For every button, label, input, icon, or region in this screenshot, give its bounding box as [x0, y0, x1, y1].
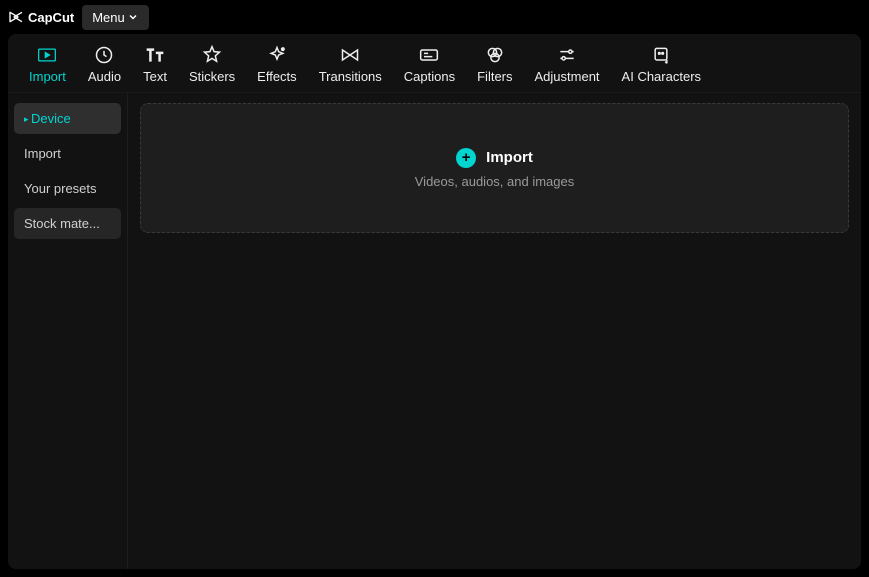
stickers-icon: [202, 45, 222, 65]
app-name: CapCut: [28, 10, 74, 25]
captions-icon: [419, 45, 439, 65]
sidebar-item-stock-materials[interactable]: Stock mate...: [14, 208, 121, 239]
chevron-down-icon: [127, 11, 139, 23]
tab-import[interactable]: Import: [18, 40, 77, 88]
capcut-logo-icon: [8, 9, 24, 25]
adjustment-icon: [557, 45, 577, 65]
import-dropzone[interactable]: + Import Videos, audios, and images: [140, 103, 849, 233]
text-icon: [145, 45, 165, 65]
tab-filters[interactable]: Filters: [466, 40, 523, 88]
tab-adjustment[interactable]: Adjustment: [524, 40, 611, 88]
tab-captions[interactable]: Captions: [393, 40, 466, 88]
tab-effects[interactable]: Effects: [246, 40, 308, 88]
sidebar-item-device[interactable]: Device: [14, 103, 121, 134]
effects-icon: [267, 45, 287, 65]
dropzone-title: Import: [486, 149, 533, 166]
toolbar: Import Audio Text Stickers Effects Trans…: [8, 34, 861, 93]
sidebar-item-your-presets[interactable]: Your presets: [14, 173, 121, 204]
ai-characters-icon: [651, 45, 671, 65]
tab-transitions[interactable]: Transitions: [308, 40, 393, 88]
dropzone-title-row: + Import: [456, 148, 533, 168]
transitions-icon: [340, 45, 360, 65]
menu-button[interactable]: Menu: [82, 5, 149, 30]
audio-icon: [94, 45, 114, 65]
content-area: Device Import Your presets Stock mate...…: [8, 93, 861, 569]
plus-circle-icon: +: [456, 148, 476, 168]
tab-audio[interactable]: Audio: [77, 40, 132, 88]
tab-stickers[interactable]: Stickers: [178, 40, 246, 88]
import-icon: [37, 45, 57, 65]
dropzone-subtitle: Videos, audios, and images: [415, 174, 574, 189]
titlebar: CapCut Menu: [0, 0, 869, 34]
sidebar-item-import[interactable]: Import: [14, 138, 121, 169]
filters-icon: [485, 45, 505, 65]
panel: + Import Videos, audios, and images: [128, 93, 861, 569]
main-container: Import Audio Text Stickers Effects Trans…: [8, 34, 861, 569]
tab-ai-characters[interactable]: AI Characters: [611, 40, 712, 88]
sidebar: Device Import Your presets Stock mate...: [8, 93, 128, 569]
app-logo: CapCut: [8, 9, 74, 25]
tab-text[interactable]: Text: [132, 40, 178, 88]
